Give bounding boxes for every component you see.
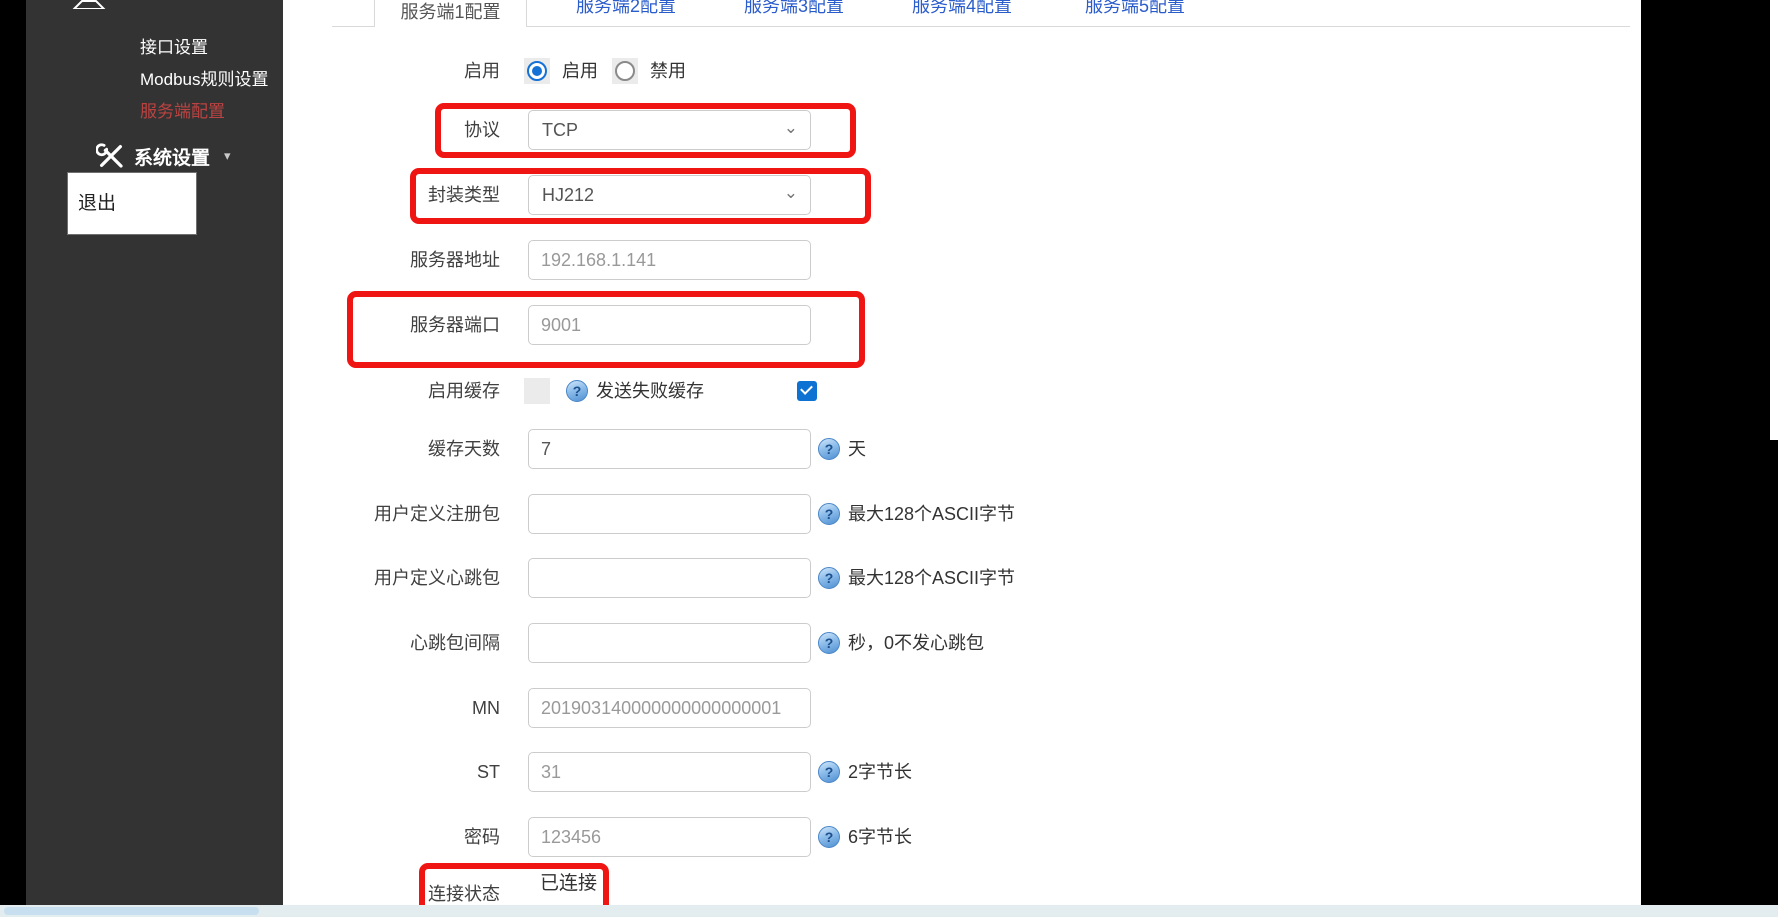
sidebar-item-server-config[interactable]: 服务端配置 (140, 97, 225, 122)
right-scrollbar-gutter (1770, 0, 1778, 440)
help-icon[interactable]: ? (566, 380, 588, 402)
cache-days-input[interactable] (528, 429, 811, 469)
row-mn: MN (270, 688, 1120, 728)
heartbeat-interval-label: 心跳包间隔 (270, 623, 500, 663)
protocol-label: 协议 (270, 110, 500, 150)
cache-days-hint: 天 (848, 429, 866, 469)
row-heartbeat-interval: 心跳包间隔 ? 秒，0不发心跳包 (270, 623, 1120, 663)
connection-status-value: 已连接 (540, 868, 597, 895)
chevron-down-icon: ▾ (224, 148, 231, 164)
row-password: 密码 ? 6字节长 (270, 817, 1120, 857)
row-enable: 启用 启用 禁用 (270, 51, 1120, 91)
tab-server2-config[interactable]: 服务端2配置 (576, 0, 676, 21)
encapsulation-select[interactable]: HJ212 ⌄ (528, 175, 811, 215)
sidebar: 接口设置 Modbus规则设置 服务端配置 系统设置 ▾ 退出 (26, 0, 283, 917)
cache-days-label: 缓存天数 (270, 429, 500, 469)
password-label: 密码 (270, 817, 500, 857)
row-heartbeat-packet: 用户定义心跳包 ? 最大128个ASCII字节 (270, 558, 1120, 598)
row-cache-enable: 启用缓存 ? 发送失败缓存 (270, 371, 1120, 411)
st-label: ST (270, 752, 500, 792)
row-encapsulation: 封装类型 HJ212 ⌄ (270, 175, 1120, 215)
server-address-input[interactable] (528, 240, 811, 280)
enable-label: 启用 (270, 51, 500, 91)
help-icon[interactable]: ? (818, 632, 840, 654)
help-icon[interactable]: ? (818, 761, 840, 783)
protocol-select[interactable]: TCP ⌄ (528, 110, 811, 150)
row-cache-days: 缓存天数 ? 天 (270, 429, 1120, 469)
password-input[interactable] (528, 817, 811, 857)
row-register-packet: 用户定义注册包 ? 最大128个ASCII字节 (270, 494, 1120, 534)
heartbeat-packet-label: 用户定义心跳包 (270, 558, 500, 598)
server-port-label: 服务器端口 (270, 305, 500, 345)
cache-enable-hint: 发送失败缓存 (596, 371, 704, 411)
heartbeat-packet-input[interactable] (528, 558, 811, 598)
heartbeat-packet-hint: 最大128个ASCII字节 (848, 558, 1015, 598)
server-address-label: 服务器地址 (270, 240, 500, 280)
chevron-down-icon: ⌄ (784, 118, 798, 138)
system-settings-label: 系统设置 (134, 143, 210, 170)
enable-radio-off[interactable] (615, 61, 635, 81)
help-icon[interactable]: ? (818, 438, 840, 460)
enable-off-label[interactable]: 禁用 (650, 51, 686, 91)
sidebar-item-interface-settings[interactable]: 接口设置 (140, 33, 208, 58)
window-left-edge (0, 0, 26, 917)
horizontal-scrollbar-thumb[interactable] (4, 907, 259, 915)
row-server-address: 服务器地址 (270, 240, 1120, 280)
wrench-screwdriver-icon (96, 141, 126, 171)
sidebar-item-modbus-rules[interactable]: Modbus规则设置 (140, 65, 268, 90)
st-hint: 2字节长 (848, 752, 912, 792)
heartbeat-interval-input[interactable] (528, 623, 811, 663)
register-packet-hint: 最大128个ASCII字节 (848, 494, 1015, 534)
server-port-input[interactable] (528, 305, 811, 345)
logout-button[interactable]: 退出 (67, 172, 197, 235)
tab-server4-config[interactable]: 服务端4配置 (912, 0, 1012, 21)
chevron-down-icon: ⌄ (784, 183, 798, 203)
encapsulation-label: 封装类型 (270, 175, 500, 215)
encapsulation-value: HJ212 (542, 176, 594, 214)
register-packet-label: 用户定义注册包 (270, 494, 500, 534)
register-packet-input[interactable] (528, 494, 811, 534)
st-input[interactable] (528, 752, 811, 792)
window-right-edge (1641, 0, 1778, 917)
tab-server3-config[interactable]: 服务端3配置 (744, 0, 844, 21)
row-st: ST ? 2字节长 (270, 752, 1120, 792)
checkbox-halo (524, 378, 550, 404)
sidebar-group-system-settings[interactable]: 系统设置 ▾ (72, 141, 292, 173)
heartbeat-interval-hint: 秒，0不发心跳包 (848, 623, 984, 663)
protocol-value: TCP (542, 111, 578, 149)
help-icon[interactable]: ? (818, 826, 840, 848)
enable-radio-on[interactable] (527, 61, 547, 81)
cache-enable-label: 启用缓存 (270, 371, 500, 411)
horizontal-scrollbar-track[interactable] (0, 905, 1778, 917)
row-server-port: 服务器端口 (270, 305, 1120, 345)
enable-on-label[interactable]: 启用 (562, 51, 598, 91)
mn-label: MN (270, 688, 500, 728)
cache-enable-checkbox[interactable] (797, 381, 817, 401)
help-icon[interactable]: ? (818, 567, 840, 589)
tab-server5-config[interactable]: 服务端5配置 (1085, 0, 1185, 21)
tab-server1-config[interactable]: 服务端1配置 (374, 0, 527, 27)
clipped-menu-icon (72, 0, 106, 9)
row-protocol: 协议 TCP ⌄ (270, 110, 1120, 150)
help-icon[interactable]: ? (818, 503, 840, 525)
password-hint: 6字节长 (848, 817, 912, 857)
mn-input[interactable] (528, 688, 811, 728)
